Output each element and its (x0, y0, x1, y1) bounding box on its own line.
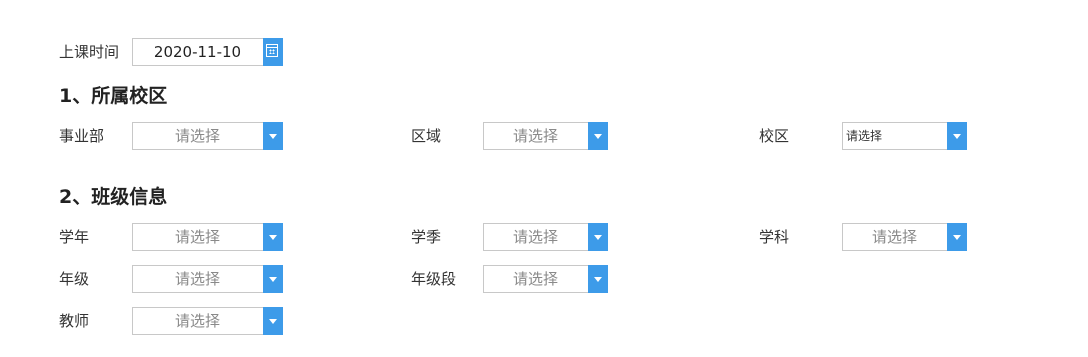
region-select[interactable]: 请选择 (483, 122, 608, 150)
chevron-down-icon[interactable] (947, 223, 967, 251)
subject-value: 请选择 (871, 228, 917, 246)
season-label: 学季 (411, 228, 442, 246)
class-time-field[interactable]: 2020-11-10 (132, 38, 283, 66)
campus-label: 校区 (759, 127, 790, 145)
region-label: 区域 (411, 127, 442, 145)
school-year-value: 请选择 (174, 228, 220, 246)
grade-select[interactable]: 请选择 (132, 265, 283, 293)
season-select[interactable]: 请选择 (483, 223, 608, 251)
grade-level-value: 请选择 (512, 270, 558, 288)
division-value: 请选择 (174, 127, 220, 145)
chevron-down-icon[interactable] (588, 122, 608, 150)
division-label: 事业部 (59, 127, 105, 145)
campus-value: 请选择 (846, 129, 883, 143)
chevron-down-icon[interactable] (263, 223, 283, 251)
teacher-label: 教师 (59, 312, 90, 330)
section-title-class-info: 2、班级信息 (59, 186, 168, 208)
chevron-down-icon[interactable] (588, 265, 608, 293)
school-year-select[interactable]: 请选择 (132, 223, 283, 251)
teacher-value: 请选择 (174, 312, 220, 330)
teacher-select[interactable]: 请选择 (132, 307, 283, 335)
chevron-down-icon[interactable] (263, 122, 283, 150)
grade-label: 年级 (59, 270, 90, 288)
class-time-value: 2020-11-10 (153, 43, 242, 61)
chevron-down-icon[interactable] (263, 265, 283, 293)
chevron-down-icon[interactable] (263, 307, 283, 335)
school-year-label: 学年 (59, 228, 90, 246)
chevron-down-icon[interactable] (947, 122, 967, 150)
calendar-icon (266, 44, 278, 57)
grade-level-select[interactable]: 请选择 (483, 265, 608, 293)
grade-level-label: 年级段 (411, 270, 457, 288)
subject-label: 学科 (759, 228, 790, 246)
chevron-down-icon[interactable] (588, 223, 608, 251)
grade-value: 请选择 (174, 270, 220, 288)
region-value: 请选择 (512, 127, 558, 145)
section-title-campus: 1、所属校区 (59, 85, 168, 107)
campus-select[interactable]: 请选择 (842, 122, 967, 150)
division-select[interactable]: 请选择 (132, 122, 283, 150)
calendar-button[interactable] (263, 38, 283, 66)
subject-select[interactable]: 请选择 (842, 223, 967, 251)
season-value: 请选择 (512, 228, 558, 246)
class-time-label: 上课时间 (59, 43, 120, 61)
